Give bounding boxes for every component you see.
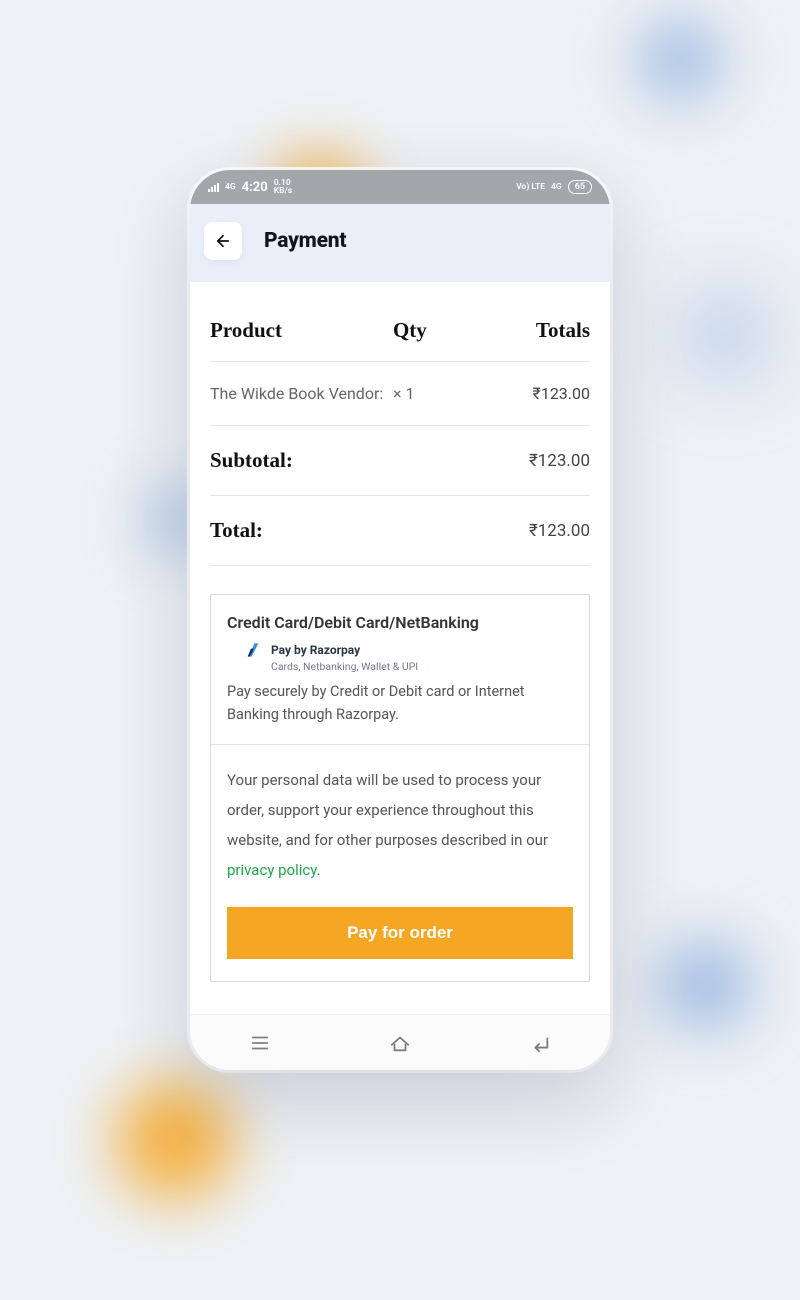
gateway-label: Pay by Razorpay	[271, 643, 360, 657]
table-header-row: Product Qty Totals	[210, 304, 590, 362]
signal-icon	[208, 183, 219, 192]
phone-frame: 4G 4:20 0.10 KB/s Vo) LTE 4G 65 Payment …	[190, 170, 610, 1070]
item-total: ₹123.00	[477, 382, 590, 405]
privacy-policy-link[interactable]: privacy policy	[227, 861, 317, 879]
privacy-post: .	[317, 861, 321, 879]
order-summary-table: Product Qty Totals The Wikde Book Vendor…	[210, 304, 590, 566]
gateway-detail: Cards, Netbanking, Wallet & UPI	[271, 660, 573, 673]
total-value: ₹123.00	[477, 521, 590, 541]
order-item-row: The Wikde Book Vendor: × 1 ₹123.00	[210, 362, 590, 426]
content-area: Product Qty Totals The Wikde Book Vendor…	[190, 282, 610, 1014]
privacy-pre: Your personal data will be used to proce…	[227, 771, 548, 849]
system-nav-bar	[190, 1014, 610, 1070]
payment-method-section: Credit Card/Debit Card/NetBanking Pay by…	[211, 595, 589, 745]
back-arrow-icon	[214, 232, 232, 250]
app-header: Payment	[190, 204, 610, 282]
page-title: Payment	[264, 229, 346, 253]
payment-description: Pay securely by Credit or Debit card or …	[227, 681, 573, 726]
home-icon[interactable]	[389, 1032, 411, 1054]
subtotal-value: ₹123.00	[477, 451, 590, 471]
subtotal-row: Subtotal: ₹123.00	[210, 426, 590, 496]
pay-for-order-button[interactable]: Pay for order	[227, 907, 573, 959]
decorative-blur	[115, 1080, 235, 1200]
status-time: 4:20	[242, 180, 268, 195]
privacy-section: Your personal data will be used to proce…	[211, 745, 589, 981]
system-back-icon[interactable]	[529, 1032, 551, 1054]
total-label: Total:	[210, 518, 393, 543]
net-label: 4G	[551, 183, 562, 192]
decorative-blur	[640, 20, 720, 100]
privacy-text: Your personal data will be used to proce…	[227, 765, 573, 885]
total-row: Total: ₹123.00	[210, 496, 590, 566]
col-product-header: Product	[210, 318, 393, 343]
col-qty-header: Qty	[393, 318, 477, 343]
decorative-blur	[690, 300, 760, 370]
status-bar: 4G 4:20 0.10 KB/s Vo) LTE 4G 65	[190, 170, 610, 204]
subtotal-label: Subtotal:	[210, 448, 393, 473]
col-totals-header: Totals	[477, 318, 590, 343]
recent-apps-icon[interactable]	[249, 1032, 271, 1054]
payment-method-title: Credit Card/Debit Card/NetBanking	[227, 613, 573, 632]
razorpay-icon	[245, 642, 261, 658]
data-unit: KB/s	[274, 187, 292, 196]
item-qty: × 1	[393, 382, 477, 405]
back-button[interactable]	[204, 222, 242, 260]
lte-label: Vo) LTE	[516, 183, 545, 192]
network-badge: 4G	[225, 183, 236, 192]
payment-method-box: Credit Card/Debit Card/NetBanking Pay by…	[210, 594, 590, 982]
item-name: The Wikde Book Vendor:	[210, 382, 393, 405]
battery-icon: 65	[568, 180, 592, 194]
decorative-blur	[660, 940, 750, 1030]
